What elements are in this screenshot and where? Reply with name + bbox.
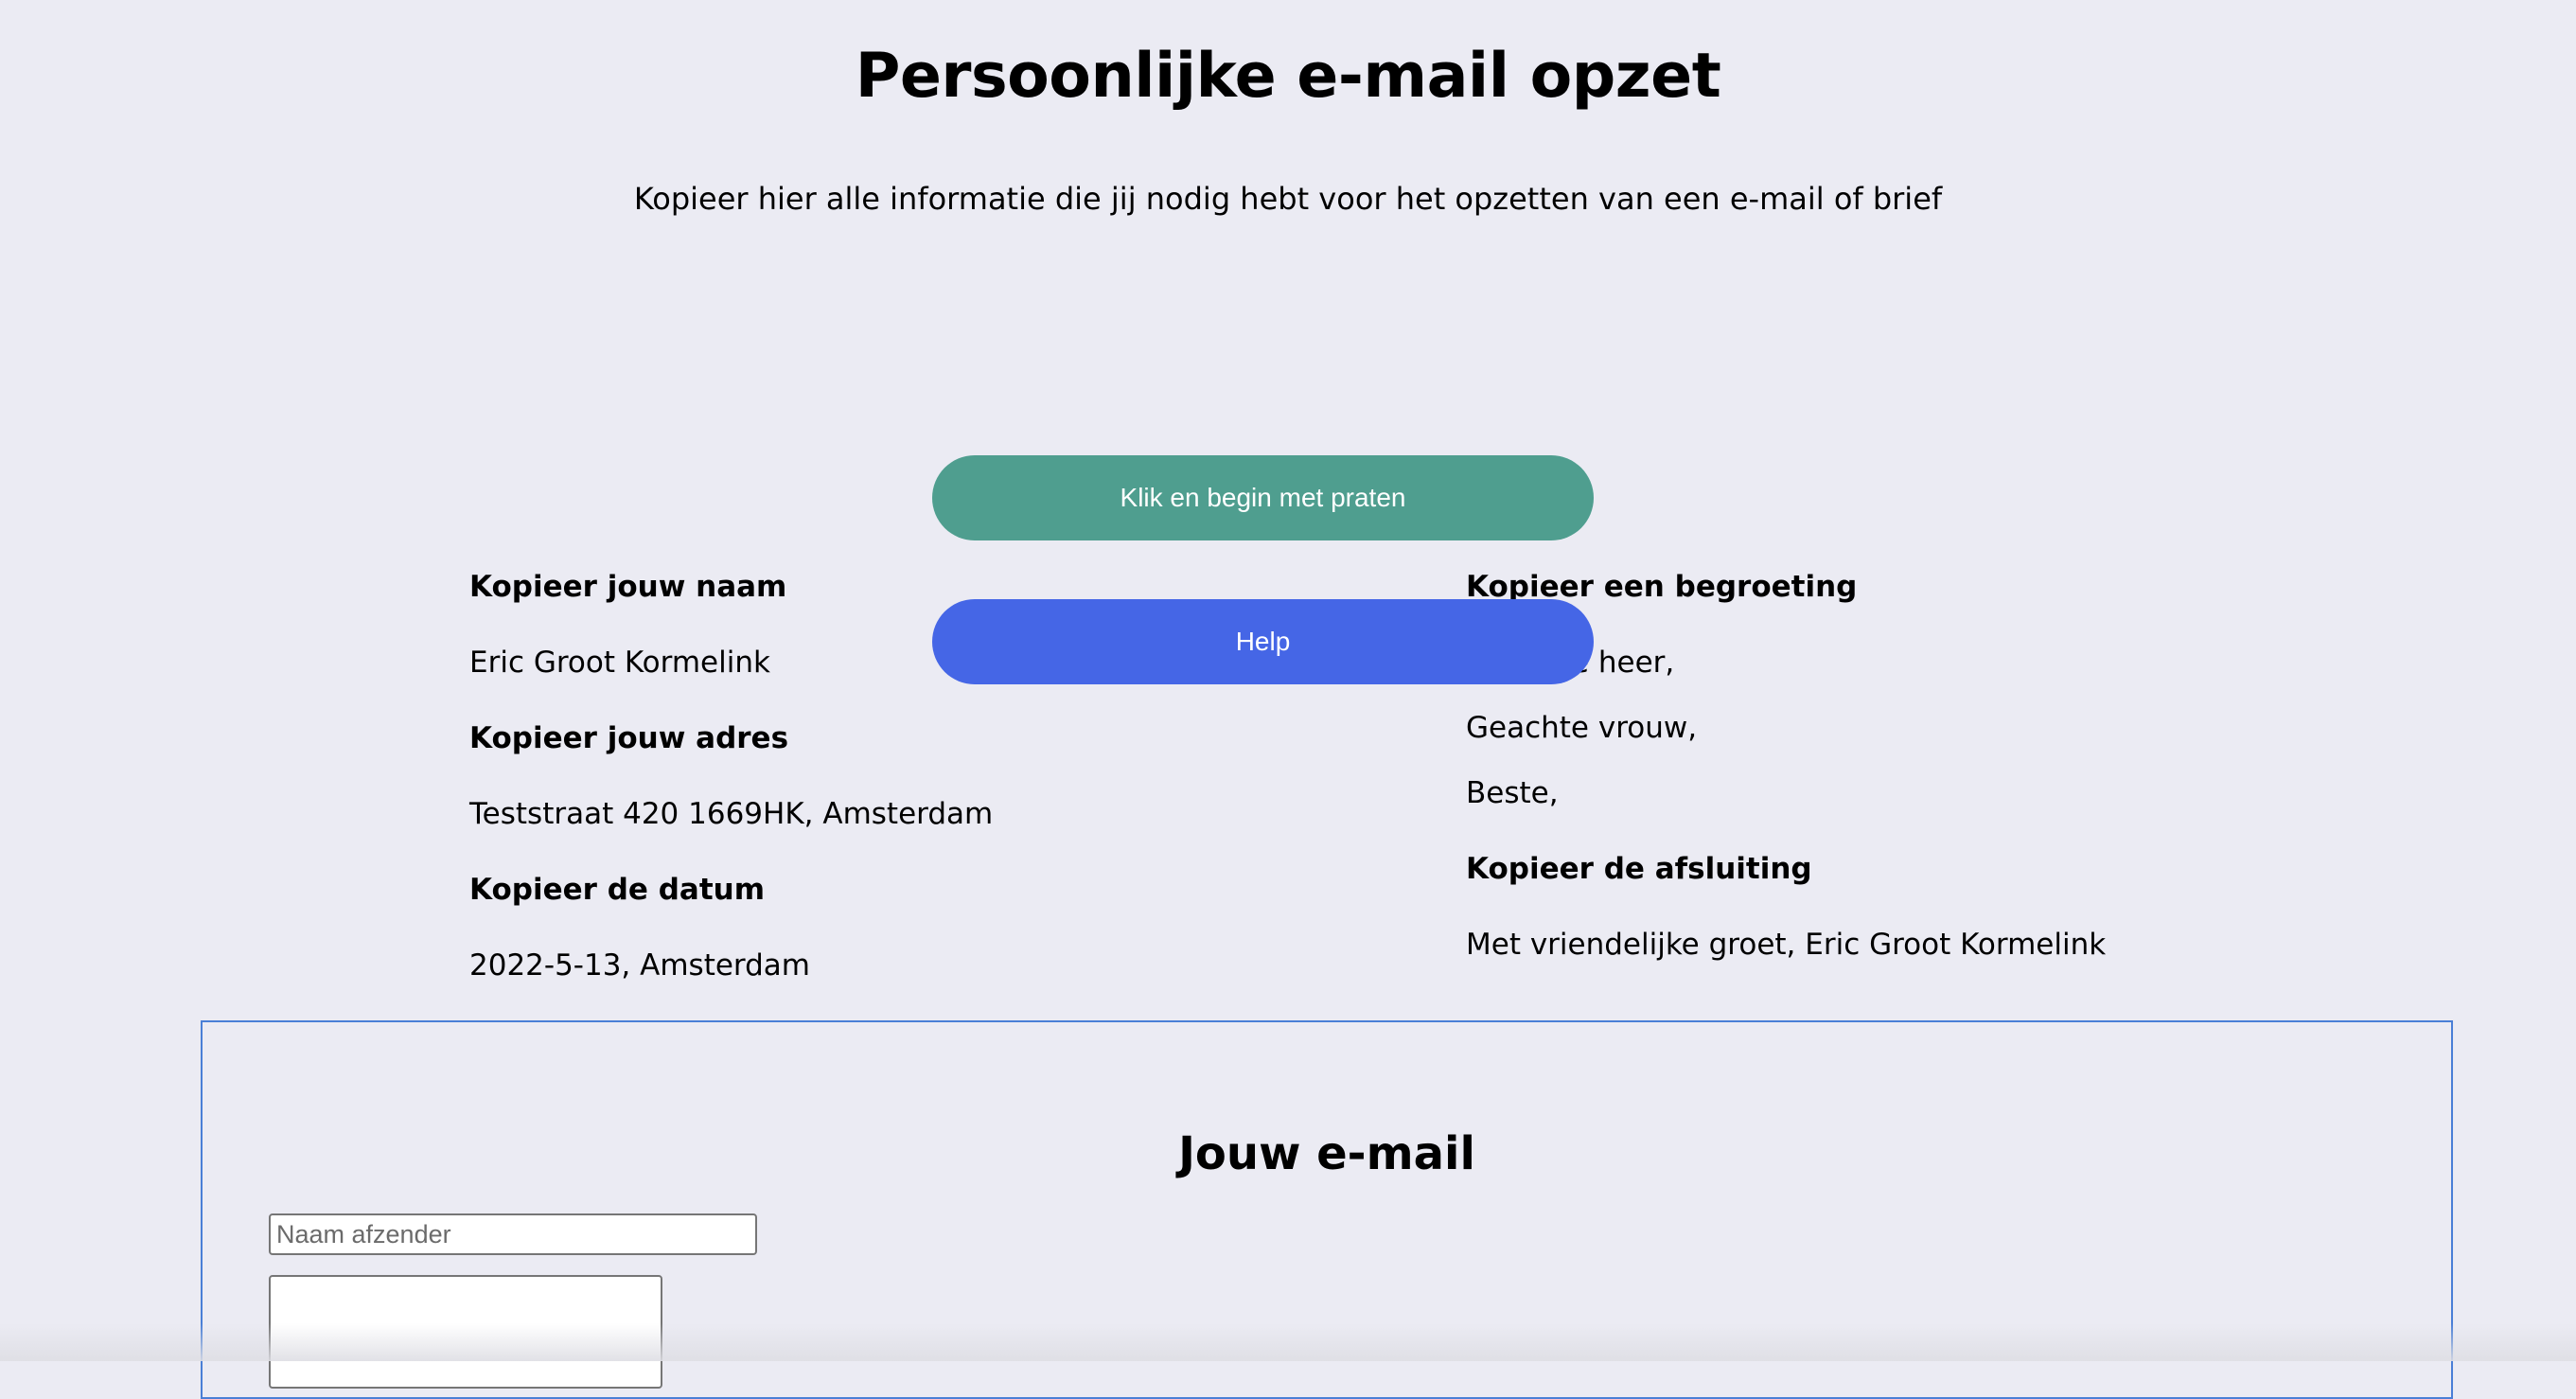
greeting-option[interactable]: Beste, [1466,767,2412,820]
date-value[interactable]: 2022-5-13, Amsterdam [469,939,1321,992]
help-button[interactable]: Help [932,599,1594,684]
closing-heading: Kopieer de afsluiting [1466,852,1812,886]
greeting-option[interactable]: Geachte vrouw, [1466,701,2412,754]
page-title: Persoonlijke e-mail opzet [855,41,1721,112]
greeting-option[interactable]: Geachte heer, [1466,636,2412,689]
email-panel-title: Jouw e-mail [1178,1127,1475,1180]
address-value[interactable]: Teststraat 420 1669HK, Amsterdam [469,788,1321,841]
start-talking-button[interactable]: Klik en begin met praten [932,455,1594,540]
sender-name-input[interactable] [269,1213,757,1255]
date-heading: Kopieer de datum [469,873,766,907]
greeting-heading: Kopieer een begroeting [1466,570,1858,604]
address-heading: Kopieer jouw adres [469,721,789,755]
greeting-closing-column: Kopieer een begroeting Geachte heer, Gea… [1466,560,2412,994]
email-composer-panel: Jouw e-mail [201,1020,2453,1399]
page-subtitle: Kopieer hier alle informatie die jij nod… [633,181,1943,217]
closing-value[interactable]: Met vriendelijke groet, Eric Groot Korme… [1466,918,2412,971]
email-body-textarea[interactable] [269,1275,662,1389]
